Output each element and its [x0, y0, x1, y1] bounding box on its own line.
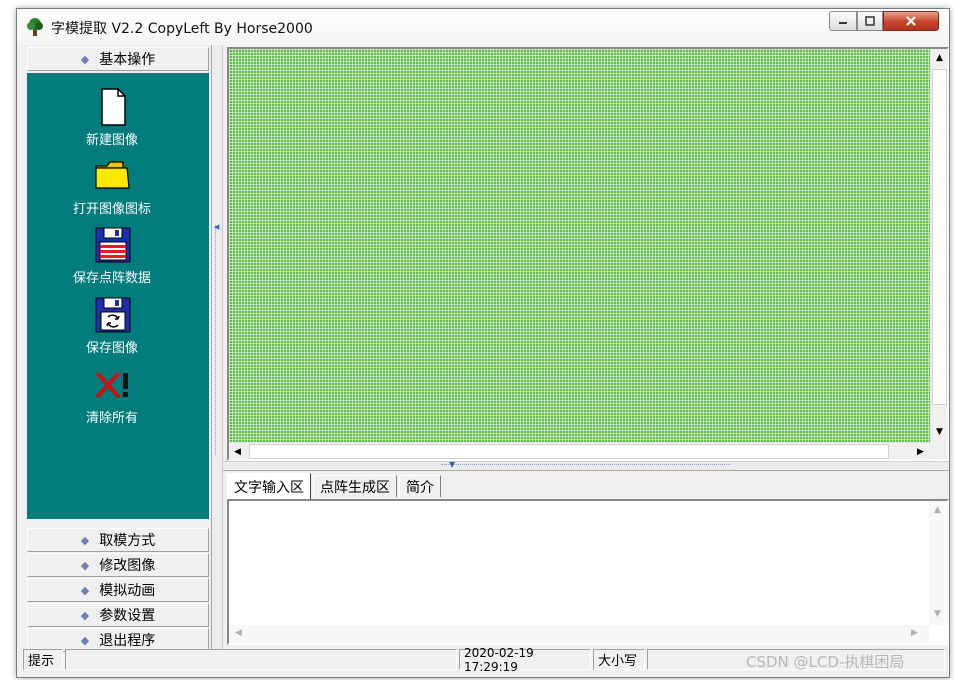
vertical-splitter[interactable]: ◀	[211, 45, 223, 649]
vertical-scroll-thumb[interactable]	[932, 69, 947, 405]
diamond-icon: ◆	[80, 533, 90, 547]
splitter-grip	[441, 464, 731, 469]
watermark-text: CSDN @LCD-执棋困局	[746, 653, 905, 671]
category-label: 模拟动画	[99, 583, 156, 599]
title-bar[interactable]: 字模提取 V2.2 CopyLeft By Horse2000	[17, 9, 949, 45]
tool-label: 保存图像	[85, 341, 138, 356]
left-panel: ◆ 基本操作 新建图像 打开图像图标 保存点阵数据 保存图像 清除所有 ◆ 取模…	[25, 45, 211, 652]
diamond-icon: ◆	[80, 608, 90, 622]
tool-save-image[interactable]: 保存图像	[27, 295, 209, 361]
app-window: 字模提取 V2.2 CopyLeft By Horse2000 ◆ 基本操作 新…	[16, 8, 950, 678]
tool-list: 新建图像 打开图像图标 保存点阵数据 保存图像 清除所有	[27, 73, 209, 519]
scroll-up-icon[interactable]: ▲	[934, 505, 941, 515]
category-simulate-animation[interactable]: ◆ 模拟动画	[27, 578, 209, 602]
diamond-icon: ◆	[80, 633, 90, 647]
app-tree-icon	[27, 18, 43, 36]
category-label: 取模方式	[99, 533, 156, 549]
diamond-icon: ◆	[80, 558, 90, 572]
tool-label: 新建图像	[85, 133, 138, 148]
window-title: 字模提取 V2.2 CopyLeft By Horse2000	[51, 21, 313, 37]
scroll-left-icon[interactable]: ◀	[235, 628, 242, 638]
collapse-left-arrow-icon[interactable]: ◀	[214, 223, 219, 231]
collapse-down-arrow-icon[interactable]: ▼	[449, 460, 455, 469]
category-parameter-settings[interactable]: ◆ 参数设置	[27, 603, 209, 627]
scroll-down-icon[interactable]: ▼	[931, 423, 948, 440]
tab-text-input[interactable]: 文字输入区	[227, 473, 311, 499]
tool-label: 清除所有	[85, 411, 138, 426]
horizontal-splitter[interactable]: ▼	[223, 460, 949, 471]
horizontal-scroll-thumb[interactable]	[249, 444, 889, 459]
tab-dot-matrix-output[interactable]: 点阵生成区	[313, 475, 397, 497]
text-vertical-scrollbar[interactable]: ▲ ▼	[929, 501, 947, 625]
scroll-up-icon[interactable]: ▲	[931, 49, 948, 66]
status-hint-label: 提示	[23, 649, 63, 670]
tool-label: 保存点阵数据	[72, 271, 151, 286]
canvas-vertical-scrollbar[interactable]: ▲ ▼	[930, 49, 948, 442]
splitter-grip	[215, 225, 220, 455]
category-modify-image[interactable]: ◆ 修改图像	[27, 553, 209, 577]
maximize-icon	[865, 16, 875, 26]
scroll-left-icon[interactable]: ◀	[229, 443, 246, 460]
close-button[interactable]	[883, 11, 939, 31]
status-datetime: 2020-02-19 17:29:19	[459, 646, 591, 674]
save-dot-data-icon	[95, 227, 131, 263]
category-label: 退出程序	[99, 633, 156, 649]
category-basic-operations[interactable]: ◆ 基本操作	[27, 47, 209, 71]
minimize-icon	[839, 22, 847, 24]
scroll-right-icon[interactable]: ▶	[911, 628, 918, 638]
dot-matrix-canvas-frame: ▲ ▼ ◀ ▶	[227, 47, 949, 461]
category-label: 修改图像	[99, 558, 156, 574]
close-icon	[906, 16, 916, 26]
text-horizontal-scrollbar[interactable]: ◀ ▶	[229, 625, 929, 643]
canvas-horizontal-scrollbar[interactable]: ◀ ▶	[229, 442, 930, 460]
category-label: 基本操作	[99, 52, 156, 68]
scroll-down-icon[interactable]: ▼	[934, 609, 941, 619]
text-input-area[interactable]: ▲ ▼ ◀ ▶	[227, 499, 949, 645]
tab-bar: 文字输入区 点阵生成区 简介	[227, 473, 947, 499]
save-image-icon	[95, 297, 131, 333]
tool-open-image-icon[interactable]: 打开图像图标	[27, 156, 209, 222]
dot-matrix-grid[interactable]	[229, 49, 930, 442]
clear-all-icon	[95, 371, 128, 399]
status-caps-indicator: 大小写	[593, 649, 645, 670]
minimize-button[interactable]	[829, 11, 857, 31]
diamond-icon: ◆	[80, 52, 90, 66]
tool-new-image[interactable]: 新建图像	[27, 87, 209, 153]
tool-save-dot-data[interactable]: 保存点阵数据	[27, 225, 209, 291]
maximize-button[interactable]	[857, 11, 883, 31]
diamond-icon: ◆	[80, 583, 90, 597]
new-document-icon	[101, 88, 126, 126]
tool-label: 打开图像图标	[72, 202, 151, 217]
tool-clear-all[interactable]: 清除所有	[27, 365, 209, 431]
category-label: 参数设置	[99, 608, 156, 624]
open-folder-icon	[95, 161, 130, 189]
scrollbar-corner	[930, 442, 947, 459]
scroll-right-icon[interactable]: ▶	[912, 443, 929, 460]
status-hint-text	[65, 649, 457, 670]
category-sampling-mode[interactable]: ◆ 取模方式	[27, 528, 209, 552]
tab-introduction[interactable]: 简介	[399, 475, 441, 497]
